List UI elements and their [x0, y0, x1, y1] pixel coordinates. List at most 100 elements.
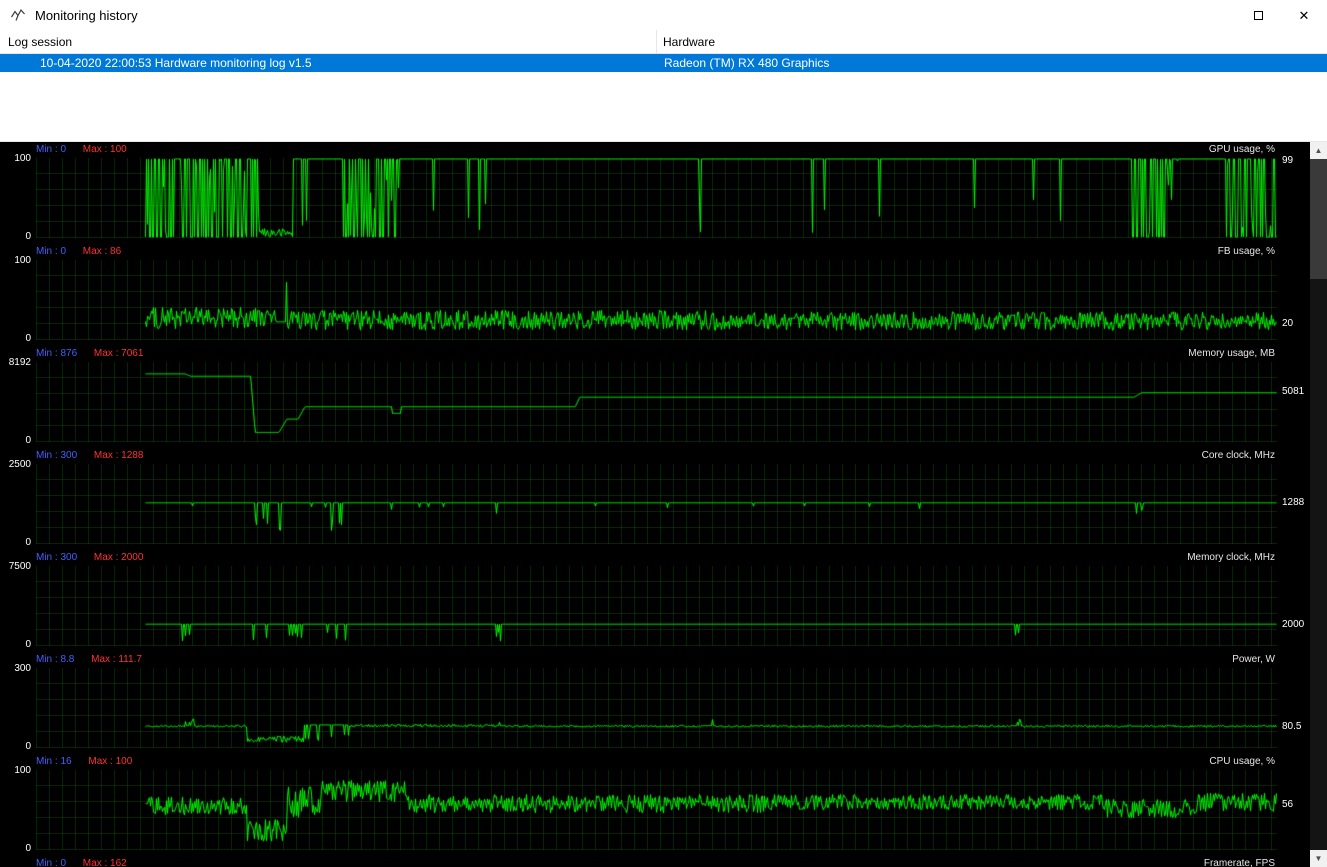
panel-header: Min : 876 Max : 7061 Memory usage, MB: [0, 348, 1310, 360]
min-label: Min : 0: [36, 246, 67, 257]
monitoring-history-window: Monitoring history ✕ Log session Hardwar…: [0, 0, 1327, 867]
app-icon: [10, 8, 25, 21]
plot-area[interactable]: 300 0 80.5: [14, 664, 1301, 752]
graph-area: Min : 0 Max : 100 GPU usage, % 100 0 99 …: [0, 142, 1327, 867]
column-header-hardware[interactable]: Hardware: [657, 30, 1327, 53]
list-header: Log session Hardware: [0, 30, 1327, 54]
current-value-label: 20: [1282, 318, 1294, 329]
scrollbar[interactable]: ▲ ▼: [1310, 142, 1327, 867]
current-value-label: 56: [1282, 799, 1294, 811]
axis-max-label: 8192: [8, 357, 31, 368]
panel-header: Min : 0 Max : 100 GPU usage, %: [0, 144, 1310, 156]
max-label: Max : 100: [82, 144, 127, 155]
log-session-row-selected[interactable]: 10-04-2020 22:00:53 Hardware monitoring …: [0, 54, 1327, 72]
panel-framerate-fps: Min : 0 Max : 162 Framerate, FPS: [0, 858, 1310, 867]
close-button[interactable]: ✕: [1281, 0, 1327, 30]
panel-header: Min : 8.8 Max : 111.7 Power, W: [0, 654, 1310, 666]
trace-canvas: [36, 464, 1277, 544]
scroll-up-icon: ▲: [1314, 146, 1323, 155]
current-value-label: 1288: [1282, 496, 1305, 508]
panel-title: GPU usage, %: [1208, 144, 1275, 155]
plot-area[interactable]: 100 0 20: [14, 256, 1293, 344]
axis-min-label: 0: [25, 843, 31, 854]
panel-title: Framerate, FPS: [1203, 858, 1275, 867]
axis-max-label: 7500: [8, 561, 31, 572]
panel-header: Min : 300 Max : 1288 Core clock, MHz: [0, 450, 1310, 462]
axis-max-label: 100: [14, 153, 31, 164]
axis-min-label: 0: [25, 639, 31, 650]
max-label: Max : 111.7: [91, 654, 142, 665]
panel-power-w: Min : 8.8 Max : 111.7 Power, W 300 0 80.…: [0, 654, 1310, 752]
min-label: Min : 8.8: [36, 654, 75, 665]
max-label: Max : 162: [82, 858, 127, 867]
min-label: Min : 16: [36, 756, 72, 767]
window-title: Monitoring history: [35, 7, 138, 23]
panel-title: FB usage, %: [1217, 246, 1275, 257]
current-value-label: 2000: [1282, 618, 1305, 630]
panel-title: Power, W: [1232, 654, 1275, 665]
max-label: Max : 7061: [93, 348, 144, 359]
min-label: Min : 300: [36, 552, 78, 563]
plot-area[interactable]: 7500 0 2000: [9, 562, 1305, 650]
panel-memory-usage-mb: Min : 876 Max : 7061 Memory usage, MB 81…: [0, 348, 1310, 446]
panel-header: Min : 300 Max : 2000 Memory clock, MHz: [0, 552, 1310, 564]
trace-canvas: [36, 158, 1277, 238]
axis-min-label: 0: [25, 435, 31, 446]
max-label: Max : 100: [88, 756, 133, 767]
plot-area[interactable]: 100 0 99: [14, 154, 1293, 242]
trace-canvas: [36, 566, 1277, 646]
trace-canvas: [36, 362, 1277, 442]
scroll-up-button[interactable]: ▲: [1310, 142, 1327, 159]
plot-area[interactable]: 100 0 56: [14, 766, 1293, 854]
axis-min-label: 0: [25, 333, 31, 344]
axis-max-label: 100: [14, 765, 31, 776]
panel-memory-clock-mhz: Min : 300 Max : 2000 Memory clock, MHz 7…: [0, 552, 1310, 650]
scrollbar-thumb[interactable]: [1310, 159, 1327, 279]
plot-area[interactable]: 8192 0 5081: [9, 358, 1305, 446]
min-label: Min : 0: [36, 144, 67, 155]
scrollbar-track[interactable]: [1310, 159, 1327, 850]
current-value-label: 80.5: [1282, 720, 1302, 732]
panel-title: Memory clock, MHz: [1187, 552, 1275, 563]
panel-fb-usage: Min : 0 Max : 86 FB usage, % 100 0 20: [0, 246, 1310, 344]
trace-canvas: [36, 770, 1277, 850]
min-label: Min : 876: [36, 348, 78, 359]
axis-min-label: 0: [25, 537, 31, 548]
hardware-cell: Radeon (TM) RX 480 Graphics: [664, 56, 830, 70]
panel-title: Memory usage, MB: [1188, 348, 1275, 359]
current-value-label: 99: [1282, 155, 1294, 166]
min-label: Min : 300: [36, 450, 78, 461]
min-label: Min : 0: [36, 858, 67, 867]
titlebar: Monitoring history ✕: [0, 0, 1327, 30]
panels: Min : 0 Max : 100 GPU usage, % 100 0 99 …: [0, 142, 1310, 867]
axis-max-label: 2500: [8, 459, 31, 470]
column-header-log-session[interactable]: Log session: [0, 30, 657, 53]
maximize-button[interactable]: [1235, 0, 1281, 30]
max-label: Max : 2000: [93, 552, 144, 563]
panel-gpu-usage: Min : 0 Max : 100 GPU usage, % 100 0 99: [0, 144, 1310, 242]
log-session-cell: 10-04-2020 22:00:53 Hardware monitoring …: [40, 56, 312, 70]
max-label: Max : 86: [82, 246, 122, 257]
axis-max-label: 100: [14, 255, 31, 266]
panel-title: CPU usage, %: [1209, 756, 1275, 767]
axis-min-label: 0: [25, 231, 31, 242]
panel-header: Min : 0 Max : 162 Framerate, FPS: [0, 858, 1310, 867]
log-session-list: Log session Hardware 10-04-2020 22:00:53…: [0, 30, 1327, 142]
panel-core-clock-mhz: Min : 300 Max : 1288 Core clock, MHz 250…: [0, 450, 1310, 548]
scroll-down-icon: ▼: [1314, 854, 1323, 863]
axis-max-label: 300: [14, 663, 31, 674]
current-value-label: 5081: [1282, 386, 1305, 398]
panel-title: Core clock, MHz: [1201, 450, 1275, 461]
window-controls: ✕: [1235, 0, 1327, 30]
close-icon: ✕: [1298, 7, 1310, 23]
panel-header: Min : 0 Max : 86 FB usage, %: [0, 246, 1310, 258]
plot-area[interactable]: 2500 0 1288: [9, 460, 1305, 548]
axis-min-label: 0: [25, 741, 31, 752]
max-label: Max : 1288: [93, 450, 144, 461]
panel-header: Min : 16 Max : 100 CPU usage, %: [0, 756, 1310, 768]
maximize-icon: [1253, 10, 1263, 20]
scroll-down-button[interactable]: ▼: [1310, 850, 1327, 867]
trace-canvas: [36, 668, 1277, 748]
trace-canvas: [36, 260, 1277, 340]
panel-cpu-usage: Min : 16 Max : 100 CPU usage, % 100 0 56: [0, 756, 1310, 854]
